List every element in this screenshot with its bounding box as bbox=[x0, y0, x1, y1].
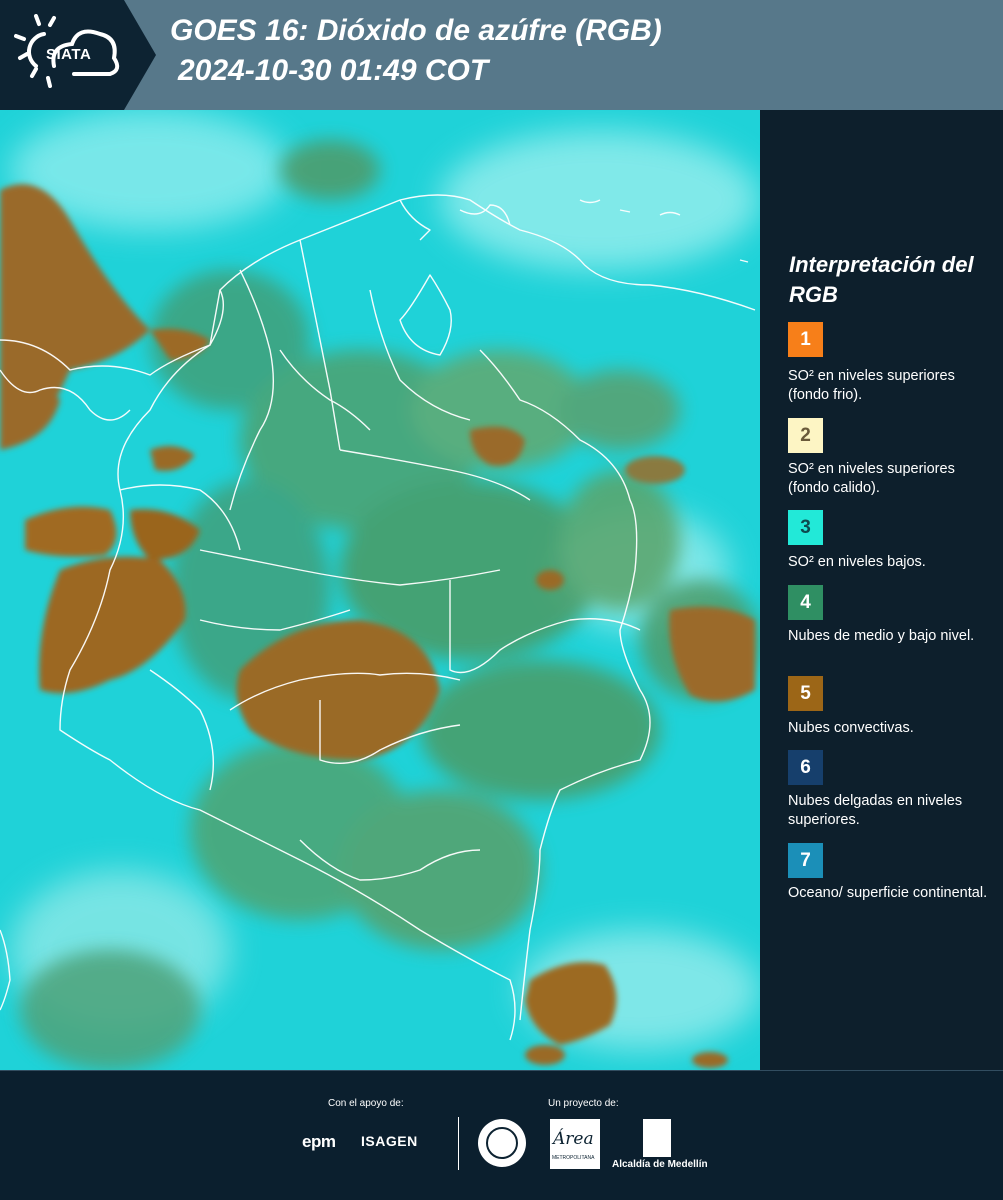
legend-description-5: Nubes convectivas. bbox=[788, 720, 914, 736]
page-title: GOES 16: Dióxido de azúfre (RGB) bbox=[170, 14, 662, 47]
project-label: Un proyecto de: bbox=[548, 1098, 619, 1109]
alcaldia-label: Alcaldía de Medellín bbox=[612, 1159, 708, 1170]
legend-description-2: SO² en niveles superiores (fondo calido)… bbox=[788, 461, 955, 496]
legend-panel: Interpretación del RGB 1 SO² en niveles … bbox=[760, 110, 1003, 1070]
legend-swatch-6: 6 bbox=[788, 750, 823, 785]
legend-title: Interpretación del RGB bbox=[789, 252, 974, 307]
legend-description-1: SO² en niveles superiores (fondo frio). bbox=[788, 368, 955, 403]
legend-description-4: Nubes de medio y bajo nivel. bbox=[788, 628, 975, 644]
timestamp: 2024-10-30 01:49 COT bbox=[178, 54, 489, 87]
legend-swatch-1: 1 bbox=[788, 322, 823, 357]
support-label: Con el apoyo de: bbox=[328, 1098, 404, 1109]
alcaldia-shield-icon bbox=[643, 1119, 671, 1157]
logo-text: SIATA bbox=[46, 46, 92, 63]
area-logo-subtext: METROPOLITANA bbox=[552, 1155, 595, 1161]
legend-swatch-4: 4 bbox=[788, 585, 823, 620]
legend-swatch-3: 3 bbox=[788, 510, 823, 545]
legend-swatch-7: 7 bbox=[788, 843, 823, 878]
isagen-logo: ISAGEN bbox=[361, 1133, 418, 1149]
area-logo-text: Área bbox=[553, 1129, 594, 1149]
area-metropolitana-logo: Área METROPOLITANA bbox=[550, 1119, 600, 1169]
siata-logo: SIATA bbox=[0, 0, 156, 110]
seal-ring bbox=[486, 1127, 518, 1159]
legend-swatch-5: 5 bbox=[788, 676, 823, 711]
legend-description-3: SO² en niveles bajos. bbox=[788, 554, 926, 570]
legend-swatch-2: 2 bbox=[788, 418, 823, 453]
medellin-seal-icon bbox=[478, 1119, 526, 1167]
header-bar: SIATA GOES 16: Dióxido de azúfre (RGB) 2… bbox=[0, 0, 1003, 110]
legend-description-7: Oceano/ superficie continental. bbox=[788, 885, 988, 901]
epm-logo: epm bbox=[302, 1132, 336, 1151]
footer: Con el apoyo de: Un proyecto de: epm ISA… bbox=[0, 1070, 1003, 1200]
footer-divider bbox=[458, 1117, 459, 1170]
satellite-map bbox=[0, 110, 760, 1070]
legend-description-6: Nubes delgadas en niveles superiores. bbox=[788, 793, 963, 828]
